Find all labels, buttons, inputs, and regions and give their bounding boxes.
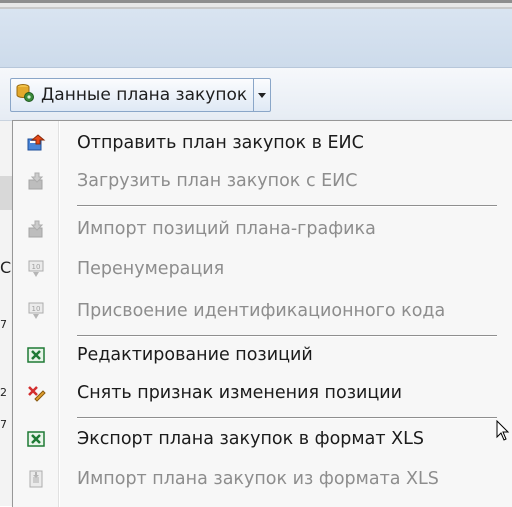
- send-upload-icon: [27, 134, 45, 151]
- import-icon: [28, 220, 43, 238]
- menu-item-label: Присвоение идентификационного кода: [77, 301, 446, 321]
- menu-item-label: Отправить план закупок в ЕИС: [77, 133, 364, 153]
- plan-data-button-label: Данные плана закупок: [41, 85, 248, 105]
- svg-text:10: 10: [31, 305, 40, 313]
- menu-item-label: Экспорт плана закупок в формат XLS: [77, 429, 424, 449]
- plan-data-button[interactable]: Данные плана закупок: [11, 79, 253, 111]
- menu-separator: [77, 205, 497, 207]
- header-band: [0, 9, 512, 68]
- menu-item-label: Импорт плана закупок из формата XLS: [77, 469, 439, 489]
- menu-item-edit-positions[interactable]: Редактирование позиций: [13, 337, 512, 373]
- underlying-text-fragment: 7: [0, 318, 7, 331]
- svg-text:10: 10: [31, 263, 40, 271]
- underlying-text-fragment: С: [0, 258, 12, 277]
- menu-item-export-xls[interactable]: Экспорт плана закупок в формат XLS: [13, 421, 512, 457]
- menu-item-label: Редактирование позиций: [77, 345, 313, 365]
- plan-data-split-button[interactable]: Данные плана закупок: [10, 78, 272, 112]
- download-icon: [28, 172, 43, 190]
- renumber-icon: 10: [28, 260, 43, 277]
- menu-item-import-schedule[interactable]: Импорт позиций плана-графика: [13, 211, 512, 247]
- menu-item-remove-change-mark[interactable]: Снять признак изменения позиции: [13, 375, 512, 411]
- plan-data-dropdown-menu: Отправить план закупок в ЕИС Загрузить п…: [12, 120, 512, 507]
- menu-item-renumber[interactable]: 10 Перенумерация: [13, 251, 512, 287]
- excel-icon: [26, 347, 45, 363]
- menu-item-assign-code[interactable]: 10 Присвоение идентификационного кода: [13, 293, 512, 329]
- menu-item-label: Перенумерация: [77, 259, 225, 279]
- menu-item-load-from-eis[interactable]: Загрузить план закупок с ЕИС: [13, 163, 512, 199]
- menu-separator: [77, 417, 497, 419]
- import-xls-icon: [29, 470, 42, 488]
- menu-item-label: Загрузить план закупок с ЕИС: [77, 171, 358, 191]
- menu-item-import-xls[interactable]: Импорт плана закупок из формата XLS: [13, 461, 512, 497]
- toolbar: Данные плана закупок: [0, 68, 512, 121]
- chevron-down-icon[interactable]: [253, 79, 270, 111]
- menu-item-label: Снять признак изменения позиции: [77, 383, 403, 403]
- mouse-pointer-icon: [496, 419, 510, 446]
- underlying-text-fragment: 2: [0, 386, 7, 399]
- assign-code-icon: 10: [28, 302, 43, 319]
- window-top-edge: [0, 0, 512, 9]
- menu-item-send-to-eis[interactable]: Отправить план закупок в ЕИС: [13, 125, 512, 161]
- excel-icon: [26, 431, 45, 447]
- database-gear-icon: [15, 83, 35, 108]
- menu-item-label: Импорт позиций плана-графика: [77, 219, 376, 239]
- underlying-text-fragment: 7: [0, 418, 7, 431]
- remove-mark-icon: [27, 386, 46, 402]
